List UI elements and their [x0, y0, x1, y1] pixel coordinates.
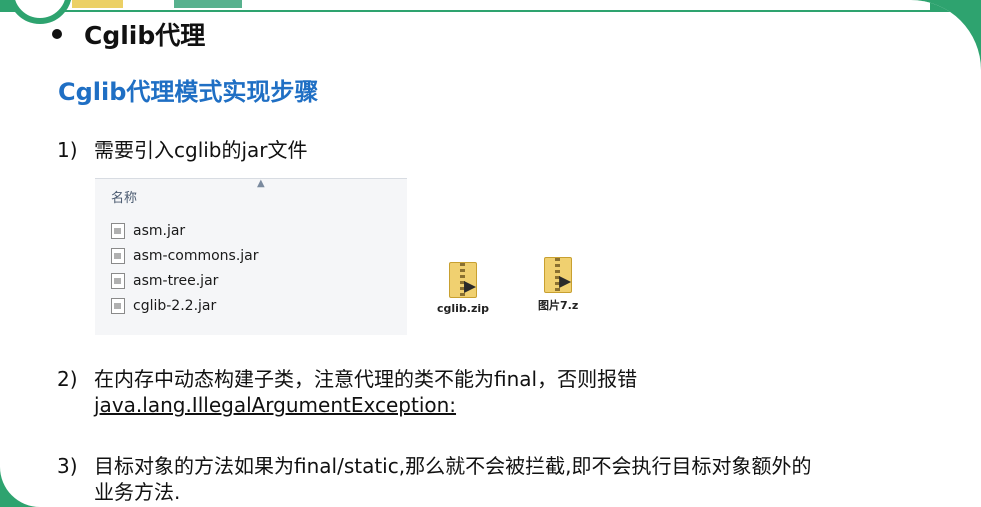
step-number: 1): [57, 138, 78, 162]
zip-folder-icon: [449, 262, 478, 298]
step-number: 3): [57, 454, 78, 478]
file-row[interactable]: cglib-2.2.jar: [111, 298, 216, 314]
archive-cglib-zip[interactable]: cglib.zip: [437, 262, 489, 315]
file-row[interactable]: asm-commons.jar: [111, 248, 259, 264]
slide-title: Cglib代理: [52, 16, 205, 52]
logo-text-decoration: [72, 0, 242, 8]
jar-file-icon: [111, 298, 125, 314]
archive-image7[interactable]: 图片7.z: [538, 257, 578, 313]
sort-arrow-icon[interactable]: ▲: [257, 178, 265, 189]
step-text: 目标对象的方法如果为final/static,那么就不会被拦截,即不会执行目标对…: [94, 454, 812, 478]
archive-label: 图片7.z: [538, 299, 579, 312]
step-number: 2): [57, 367, 78, 391]
jar-file-icon: [111, 248, 125, 264]
step-text: 需要引入cglib的jar文件: [94, 138, 308, 162]
file-row[interactable]: asm.jar: [111, 223, 185, 239]
column-header-name[interactable]: 名称: [111, 187, 137, 206]
archive-label: cglib.zip: [437, 302, 490, 315]
step-text: 在内存中动态构建子类，注意代理的类不能为final，否则报错: [94, 367, 638, 391]
zip-folder-icon: [544, 257, 573, 293]
bullet-icon: [52, 29, 62, 39]
jar-file-icon: [111, 273, 125, 289]
step-1: 1) 需要引入cglib的jar文件: [57, 137, 308, 163]
file-browser: ▲ 名称 asm.jar asm-commons.jar asm-tree.ja…: [95, 178, 407, 335]
file-name: asm-commons.jar: [133, 248, 259, 264]
step-2: 2) 在内存中动态构建子类，注意代理的类不能为final，否则报错 java.l…: [57, 366, 637, 418]
file-name: asm-tree.jar: [133, 273, 219, 289]
slide: Cglib代理 Cglib代理模式实现步骤 1) 需要引入cglib的jar文件 …: [0, 0, 981, 507]
step-text-continued: 业务方法.: [94, 480, 181, 504]
file-row[interactable]: asm-tree.jar: [111, 273, 218, 289]
section-heading: Cglib代理模式实现步骤: [58, 78, 319, 106]
jar-file-icon: [111, 223, 125, 239]
file-name: asm.jar: [133, 223, 186, 239]
step-3: 3) 目标对象的方法如果为final/static,那么就不会被拦截,即不会执行…: [57, 453, 811, 505]
slide-title-text: Cglib代理: [84, 21, 206, 50]
file-name: cglib-2.2.jar: [133, 298, 217, 314]
exception-link[interactable]: java.lang.IllegalArgumentException:: [94, 393, 456, 417]
